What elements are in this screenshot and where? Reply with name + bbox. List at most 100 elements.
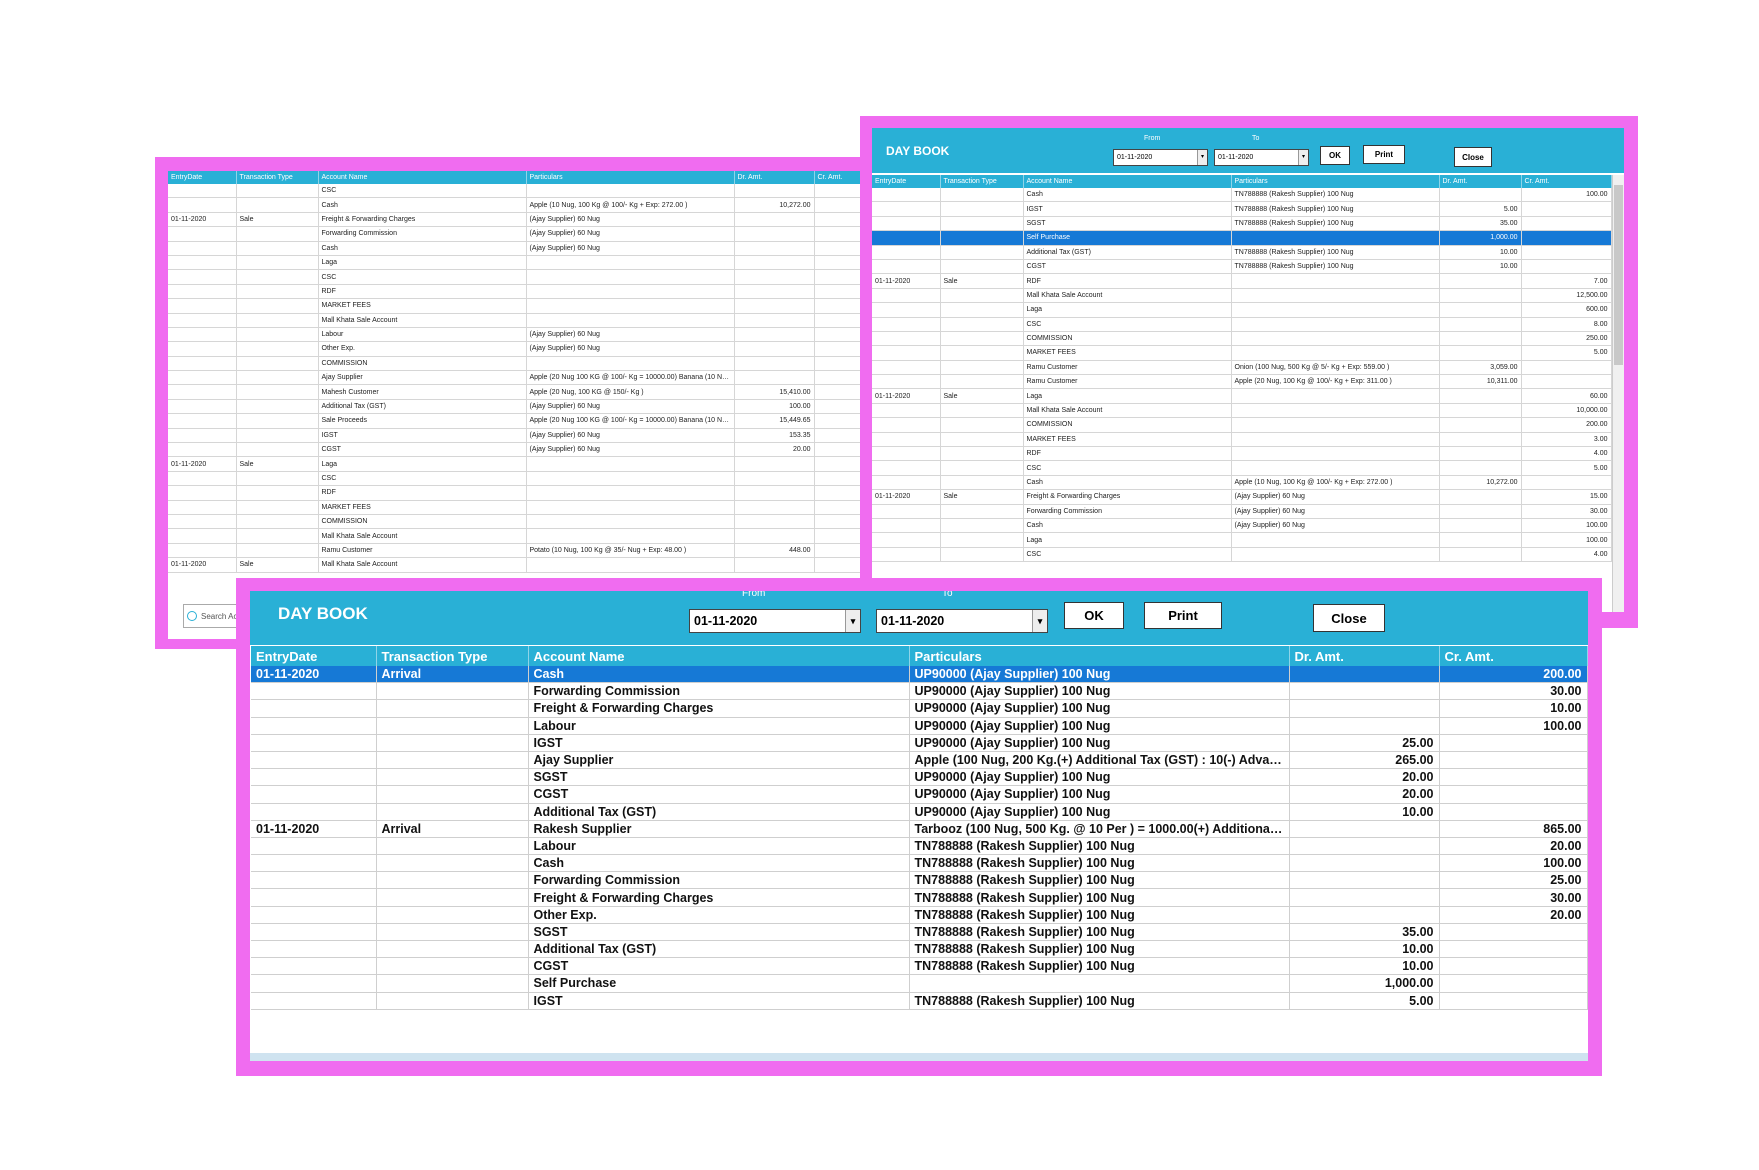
scrollbar-thumb[interactable] (1614, 185, 1623, 365)
column-header-account-name[interactable]: Account Name (528, 646, 910, 666)
table-row[interactable]: SGST UP90000 (Ajay Supplier) 100 Nug 20.00 (251, 768, 1588, 787)
table-row[interactable]: 01-11-2020 Sale Laga 60.00 (872, 388, 1612, 404)
table-row[interactable]: SGST TN788888 (Rakesh Supplier) 100 Nug 35… (872, 216, 1612, 232)
chevron-down-icon[interactable]: ▾ (1197, 150, 1207, 165)
column-header-dr-amt[interactable]: Dr. Amt. (1289, 646, 1440, 666)
table-row[interactable]: Additional Tax (GST) TN788888 (Rakesh Sup… (251, 940, 1588, 959)
column-header-account-name[interactable]: Account Name (318, 171, 527, 184)
table-row[interactable]: CSC (168, 184, 861, 199)
chevron-down-icon[interactable]: ▾ (1032, 610, 1047, 632)
table-row[interactable]: Ajay Supplier Apple (20 Nug 100 KG @ 100/… (168, 370, 861, 386)
table-row[interactable]: MARKET FEES (168, 298, 861, 314)
ok-button[interactable]: OK (1320, 146, 1350, 165)
table-row[interactable]: Self Purchase 1,000.00 (251, 974, 1588, 993)
table-row[interactable]: Forwarding Commission (Ajay Supplier) 60 … (168, 226, 861, 242)
table-row[interactable]: Forwarding Commission UP90000 (Ajay Suppl… (251, 682, 1588, 701)
print-button[interactable]: Print (1363, 145, 1405, 164)
table-row[interactable]: 01-11-2020 Sale Laga (168, 456, 861, 472)
table-row[interactable]: CSC 8.00 (872, 317, 1612, 332)
table-row[interactable]: CSC (168, 269, 861, 285)
column-header-particulars[interactable]: Particulars (526, 171, 735, 184)
table-row[interactable]: Ramu Customer Apple (20 Nug, 100 Kg @ 100… (872, 374, 1612, 390)
table-row[interactable]: Laga (168, 255, 861, 271)
table-row[interactable]: IGST TN788888 (Rakesh Supplier) 100 Nug 5.… (251, 992, 1588, 1010)
chevron-down-icon[interactable]: ▾ (845, 610, 860, 632)
table-row[interactable]: Mall Khata Sale Account 12,500.00 (872, 288, 1612, 304)
table-row[interactable]: Laga 600.00 (872, 302, 1612, 318)
table-row[interactable]: Other Exp. (Ajay Supplier) 60 Nug (168, 341, 861, 357)
table-row[interactable]: CGST TN788888 (Rakesh Supplier) 100 Nug 10… (872, 259, 1612, 275)
column-header-entry-date[interactable]: EntryDate (872, 175, 941, 188)
column-header-cr-amt[interactable]: Cr. Amt. (814, 171, 861, 184)
table-row[interactable]: COMMISSION 200.00 (872, 417, 1612, 433)
table-row[interactable]: IGST TN788888 (Rakesh Supplier) 100 Nug 5.… (872, 201, 1612, 217)
table-row[interactable]: Freight & Forwarding Charges TN788888 (Ra… (251, 888, 1588, 907)
table-row[interactable]: Cash Apple (10 Nug, 100 Kg @ 100/- Kg + E… (168, 197, 861, 213)
from-date-picker[interactable]: 01-11-2020 ▾ (1113, 149, 1208, 166)
column-header-entry-date[interactable]: EntryDate (251, 646, 377, 666)
table-row[interactable]: Sale Proceeds Apple (20 Nug 100 KG @ 100/… (168, 413, 861, 429)
print-button[interactable]: Print (1144, 602, 1222, 629)
table-row[interactable]: Ramu Customer Potato (10 Nug, 100 Kg @ 35… (168, 543, 861, 559)
column-header-particulars[interactable]: Particulars (909, 646, 1290, 666)
close-button[interactable]: Close (1454, 147, 1492, 167)
to-date-picker[interactable]: 01-11-2020 ▾ (876, 609, 1048, 633)
column-header-account-name[interactable]: Account Name (1023, 175, 1232, 188)
table-row[interactable]: Mall Khata Sale Account 10,000.00 (872, 403, 1612, 419)
table-row[interactable]: Additional Tax (GST) (Ajay Supplier) 60 N… (168, 399, 861, 415)
table-row[interactable]: Forwarding Commission (Ajay Supplier) 60 … (872, 504, 1612, 519)
table-row[interactable]: Cash (Ajay Supplier) 60 Nug (168, 241, 861, 256)
chevron-down-icon[interactable]: ▾ (1298, 150, 1308, 165)
table-row[interactable]: 01-11-2020 Sale Mall Khata Sale Account (168, 557, 861, 573)
table-row[interactable]: COMMISSION (168, 514, 861, 530)
table-row[interactable]: Labour (Ajay Supplier) 60 Nug (168, 327, 861, 343)
table-row[interactable]: 01-11-2020 Sale Freight & Forwarding Charg… (168, 212, 861, 228)
table-row[interactable]: COMMISSION (168, 356, 861, 372)
table-row[interactable]: IGST UP90000 (Ajay Supplier) 100 Nug 25.00 (251, 734, 1588, 752)
table-row[interactable]: RDF (168, 284, 861, 300)
table-row[interactable]: Self Purchase 1,000.00 (872, 230, 1612, 246)
table-row[interactable]: CSC (168, 471, 861, 487)
table-row[interactable]: Mall Khata Sale Account (168, 313, 861, 328)
table-row[interactable]: CSC 4.00 (872, 547, 1612, 563)
column-header-dr-amt[interactable]: Dr. Amt. (1439, 175, 1522, 188)
table-row[interactable]: Mall Khata Sale Account (168, 528, 861, 544)
search-account-input[interactable]: Search Ac (183, 604, 243, 628)
table-row[interactable]: Labour TN788888 (Rakesh Supplier) 100 Nug… (251, 837, 1588, 856)
table-row[interactable]: 01-11-2020 Arrival Cash UP90000 (Ajay Suppl… (251, 666, 1588, 684)
column-header-cr-amt[interactable]: Cr. Amt. (1521, 175, 1612, 188)
vertical-scrollbar[interactable] (1612, 175, 1624, 612)
table-row[interactable]: SGST TN788888 (Rakesh Supplier) 100 Nug 35… (251, 923, 1588, 942)
table-row[interactable]: 01-11-2020 Sale Freight & Forwarding Charg… (872, 489, 1612, 505)
table-row[interactable]: IGST (Ajay Supplier) 60 Nug 153.35 (168, 428, 861, 444)
table-row[interactable]: RDF 4.00 (872, 446, 1612, 462)
table-row[interactable]: RDF (168, 485, 861, 501)
column-header-entry-date[interactable]: EntryDate (168, 171, 237, 184)
table-row[interactable]: Cash TN788888 (Rakesh Supplier) 100 Nug 10… (872, 188, 1612, 203)
column-header-transaction-type[interactable]: Transaction Type (376, 646, 529, 666)
table-row[interactable]: Ramu Customer Onion (100 Nug, 500 Kg @ 5/… (872, 360, 1612, 376)
table-row[interactable]: CGST TN788888 (Rakesh Supplier) 100 Nug 10… (251, 957, 1588, 976)
table-row[interactable]: Labour UP90000 (Ajay Supplier) 100 Nug 100… (251, 717, 1588, 735)
table-row[interactable]: Additional Tax (GST) UP90000 (Ajay Suppli… (251, 803, 1588, 821)
close-button[interactable]: Close (1313, 604, 1385, 632)
table-row[interactable]: MARKET FEES (168, 500, 861, 515)
table-row[interactable]: CGST UP90000 (Ajay Supplier) 100 Nug 20.00 (251, 785, 1588, 804)
table-row[interactable]: Forwarding Commission TN788888 (Rakesh Su… (251, 871, 1588, 890)
ok-button[interactable]: OK (1064, 602, 1124, 629)
table-row[interactable]: MARKET FEES 3.00 (872, 432, 1612, 448)
table-row[interactable]: Cash (Ajay Supplier) 60 Nug 100.00 (872, 518, 1612, 534)
table-row[interactable]: Ajay Supplier Apple (100 Nug, 200 Kg.(+) … (251, 751, 1588, 770)
table-row[interactable]: Additional Tax (GST) TN788888 (Rakesh Sup… (872, 245, 1612, 260)
table-row[interactable]: Cash TN788888 (Rakesh Supplier) 100 Nug 10… (251, 854, 1588, 873)
table-row[interactable]: CGST (Ajay Supplier) 60 Nug 20.00 (168, 442, 861, 458)
to-date-picker[interactable]: 01-11-2020 ▾ (1214, 149, 1309, 166)
table-row[interactable]: MARKET FEES 5.00 (872, 345, 1612, 361)
column-header-transaction-type[interactable]: Transaction Type (236, 171, 319, 184)
table-row[interactable]: COMMISSION 250.00 (872, 331, 1612, 347)
column-header-transaction-type[interactable]: Transaction Type (940, 175, 1024, 188)
table-row[interactable]: Freight & Forwarding Charges UP90000 (Aja… (251, 699, 1588, 718)
table-row[interactable]: CSC 5.00 (872, 460, 1612, 476)
column-header-dr-amt[interactable]: Dr. Amt. (734, 171, 815, 184)
table-row[interactable]: Other Exp. TN788888 (Rakesh Supplier) 100… (251, 906, 1588, 924)
